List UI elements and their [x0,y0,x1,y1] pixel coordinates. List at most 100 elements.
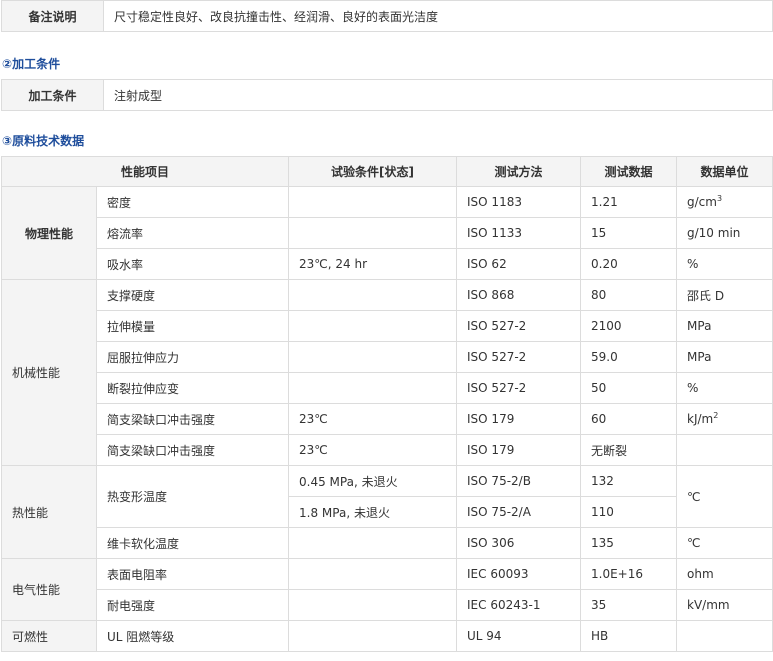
unit-superscript: 3 [716,194,723,203]
row-value: HB [580,620,678,652]
row-value: 60 [580,403,678,435]
row-item: 拉伸模量 [95,310,290,342]
row-condition: 1.8 MPa, 未退火 [288,496,458,528]
notes-value: 尺寸稳定性良好、改良抗撞击性、经润滑、良好的表面光洁度 [103,0,773,32]
notes-row: 备注说明 尺寸稳定性良好、改良抗撞击性、经润滑、良好的表面光洁度 [1,0,773,32]
table-row: 热性能 热变形温度 0.45 MPa, 未退火 ISO 75-2/B 132 ℃ [1,465,773,559]
row-item: 维卡软化温度 [95,527,290,559]
row-method: ISO 527-2 [456,310,582,342]
row-condition [288,558,458,590]
row-condition [288,217,458,249]
table-row: 吸水率 23℃, 24 hr ISO 62 0.20 % [2,248,773,280]
table-row: 耐电强度 IEC 60243-1 35 kV/mm [2,589,773,621]
row-unit [676,620,773,652]
row-method: ISO 306 [456,527,582,559]
category-thermal: 热性能 [1,465,97,559]
row-method: ISO 527-2 [456,341,582,373]
row-unit: ohm [676,558,773,590]
row-unit: MPa [676,310,773,342]
row-item: 熔流率 [95,217,290,249]
table-row: 熔流率 ISO 1133 15 g/10 min [2,217,773,249]
row-method: UL 94 [456,620,582,652]
row-condition [288,279,458,311]
row-item: UL 阻燃等级 [95,620,290,652]
row-method: ISO 179 [456,403,582,435]
header-method: 测试方法 [456,156,582,187]
row-method: IEC 60093 [456,558,582,590]
table-row: 电气性能 表面电阻率 IEC 60093 1.0E+16 ohm [1,558,773,621]
row-unit: 邵氏 D [676,279,773,311]
table-row: 简支梁缺口冲击强度 23℃ ISO 179 60 kJ/m2 [2,403,773,435]
row-item: 断裂拉伸应变 [95,372,290,404]
processing-row: 加工条件 注射成型 [1,79,773,111]
header-unit: 数据单位 [676,156,773,187]
row-item: 屈服拉伸应力 [95,341,290,373]
table-row: 维卡软化温度 ISO 306 135 ℃ [2,527,773,559]
row-unit [676,434,773,466]
row-condition [288,527,458,559]
header-row: 性能项目 试验条件[状态] 测试方法 测试数据 数据单位 [0,156,773,187]
row-condition [288,186,458,218]
row-item: 支撑硬度 [95,279,290,311]
tech-data-table: 性能项目 试验条件[状态] 测试方法 测试数据 数据单位 物理性能 密度 ISO… [0,156,773,652]
row-condition [288,620,458,652]
row-value: 132 [580,465,678,497]
table-row: 机械性能 支撑硬度 ISO 868 80 邵氏 D [1,279,773,466]
processing-table: 加工条件 注射成型 [1,79,773,111]
table-row: 物理性能 密度 ISO 1183 1.21 g/cm3 [1,186,773,280]
row-unit: g/10 min [676,217,773,249]
row-condition [288,310,458,342]
category-physical: 物理性能 [1,186,97,280]
tech-section-title: ③原料技术数据 [2,134,85,148]
row-method: ISO 75-2/A [456,496,582,528]
table-row: 屈服拉伸应力 ISO 527-2 59.0 MPa [2,341,773,373]
header-property: 性能项目 [0,156,290,187]
processing-label: 加工条件 [1,79,104,111]
row-method: ISO 527-2 [456,372,582,404]
row-condition: 23℃ [288,403,458,435]
row-method: ISO 179 [456,434,582,466]
page: 备注说明 尺寸稳定性良好、改良抗撞击性、经润滑、良好的表面光洁度 ②加工条件 加… [0,0,773,661]
row-value: 59.0 [580,341,678,373]
row-unit: % [676,372,773,404]
row-unit: kJ/m2 [676,403,773,435]
row-unit: % [676,248,773,280]
row-condition: 23℃, 24 hr [288,248,458,280]
row-method: ISO 1183 [456,186,582,218]
row-unit: ℃ [676,465,773,528]
header-condition: 试验条件[状态] [288,156,458,187]
row-value: 0.20 [580,248,678,280]
row-item: 吸水率 [95,248,290,280]
row-unit: kV/mm [676,589,773,621]
category-electrical: 电气性能 [1,558,97,621]
processing-value: 注射成型 [103,79,773,111]
row-value: 110 [580,496,678,528]
unit-text: kJ/m [687,412,714,426]
row-item: 热变形温度 [95,465,290,528]
row-method: ISO 62 [456,248,582,280]
row-condition: 23℃ [288,434,458,466]
row-item: 简支梁缺口冲击强度 [95,403,290,435]
header-data: 测试数据 [580,156,678,187]
row-value: 1.0E+16 [580,558,678,590]
row-item: 耐电强度 [95,589,290,621]
row-value: 1.21 [580,186,678,218]
category-mechanical: 机械性能 [1,279,97,466]
row-condition [288,372,458,404]
row-method: ISO 75-2/B [456,465,582,497]
notes-table: 备注说明 尺寸稳定性良好、改良抗撞击性、经润滑、良好的表面光洁度 [1,0,773,32]
table-row: 简支梁缺口冲击强度 23℃ ISO 179 无断裂 [2,434,773,466]
table-row: 断裂拉伸应变 ISO 527-2 50 % [2,372,773,404]
row-condition: 0.45 MPa, 未退火 [288,465,458,497]
unit-text: g/cm [687,195,717,209]
row-value: 无断裂 [580,434,678,466]
row-method: ISO 1133 [456,217,582,249]
row-value: 2100 [580,310,678,342]
row-unit: g/cm3 [676,186,773,218]
unit-superscript: 2 [713,411,719,420]
row-value: 50 [580,372,678,404]
row-value: 135 [580,527,678,559]
row-method: IEC 60243-1 [456,589,582,621]
category-flammability: 可燃性 [1,620,97,652]
row-value: 80 [580,279,678,311]
